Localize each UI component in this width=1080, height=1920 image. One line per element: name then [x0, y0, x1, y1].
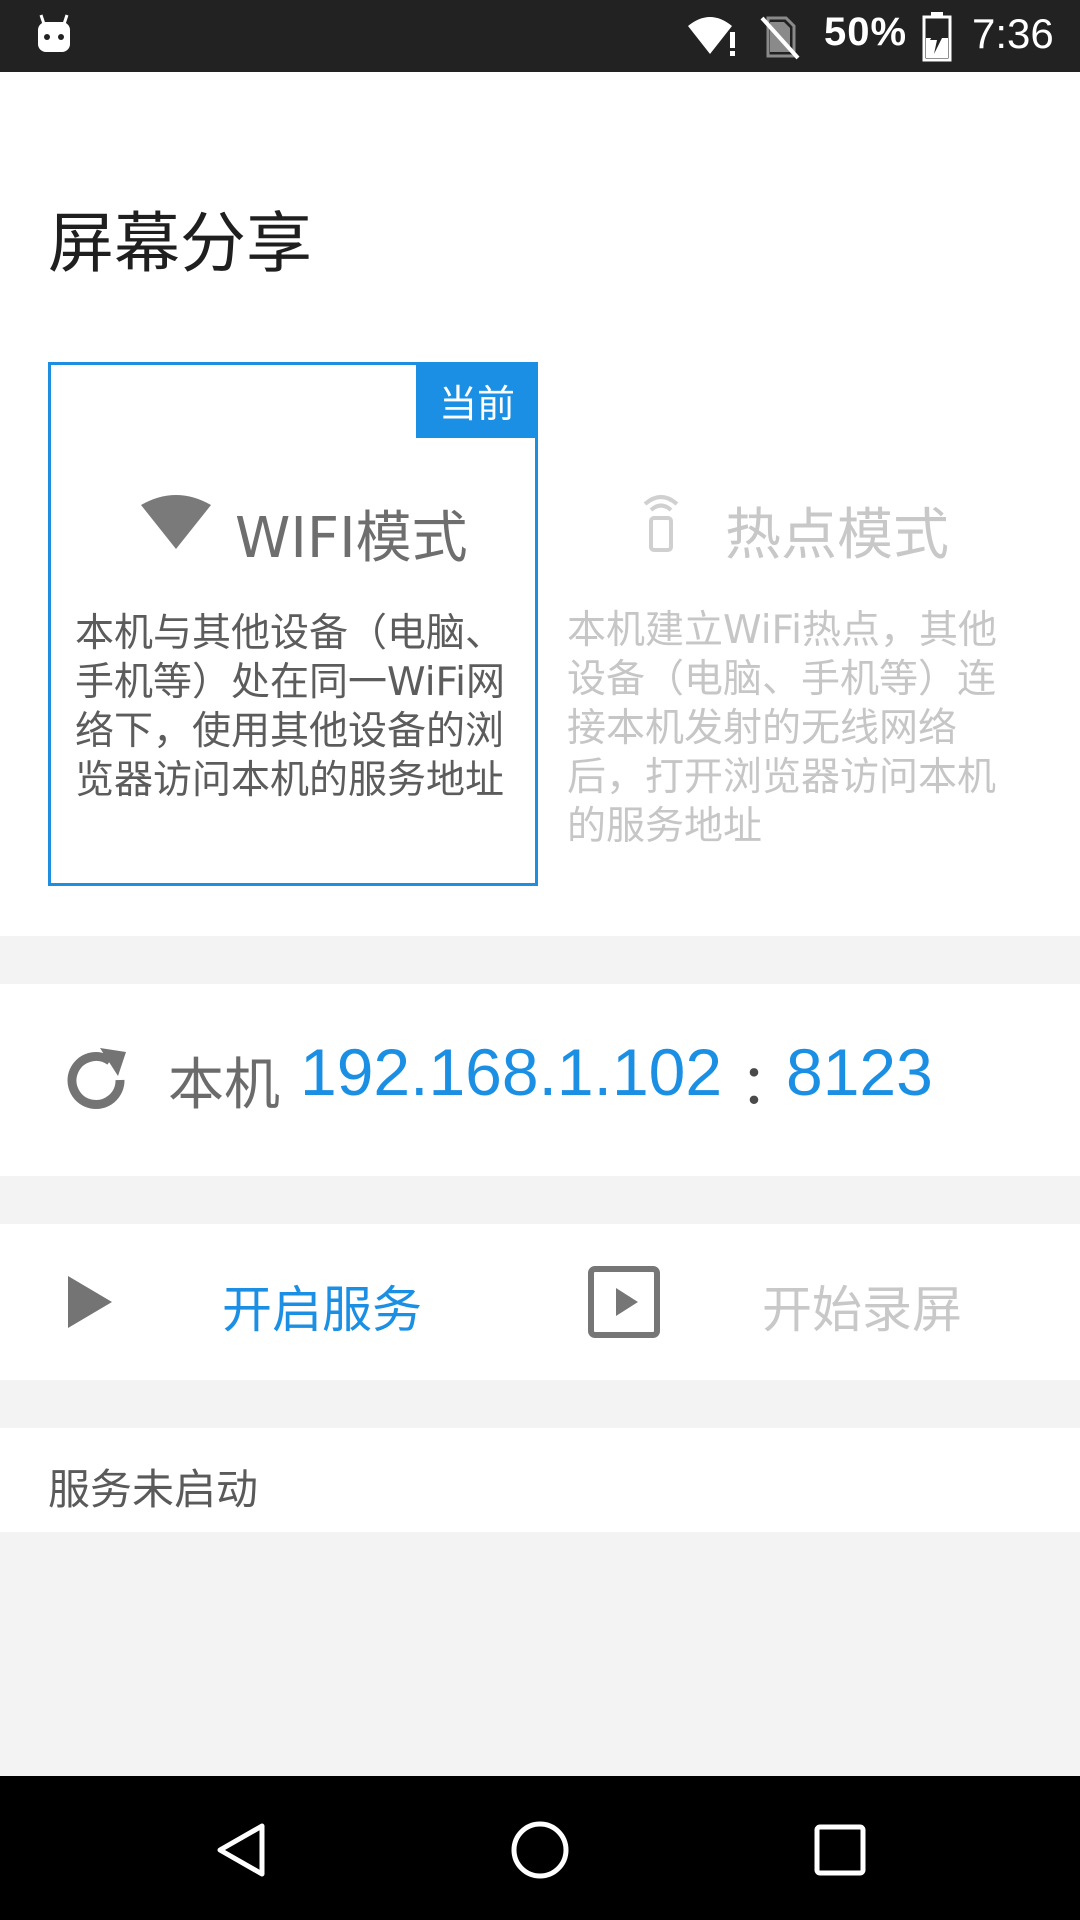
service-status-text: 服务未启动: [48, 1465, 259, 1514]
local-device-label: 本机: [168, 1053, 280, 1118]
current-badge: 当前: [416, 362, 538, 438]
hotspot-icon: [643, 495, 679, 552]
battery-percent: 50%: [824, 10, 908, 54]
status-bar: 50% 7:36: [0, 0, 1080, 72]
service-address-row: 本机 192.168.1.102 ： 8123: [0, 984, 1080, 1176]
navigation-bar: [0, 1776, 1080, 1920]
action-row: 开启服务 开始录屏: [0, 1224, 1080, 1380]
wifi-mode-card[interactable]: 当前 WIFI模式 本机与其他设备（电脑、手机等）处在同一WiFi网络下，使用其…: [48, 362, 538, 886]
recents-icon[interactable]: [814, 1824, 866, 1876]
back-icon[interactable]: [212, 1820, 268, 1880]
mode-panel: 屏幕分享 当前 WIFI模式 本机与其他设备（电脑、手机等）处在同一WiFi网络…: [0, 72, 1080, 936]
refresh-icon[interactable]: [60, 1044, 132, 1116]
wifi-mode-label: WIFI模式: [235, 506, 468, 571]
hotspot-mode-description: 本机建立WiFi热点，其他设备（电脑、手机等）连接本机发射的无线网络后，打开浏览…: [567, 608, 997, 849]
port-number: 8123: [786, 1035, 933, 1109]
hotspot-mode-card[interactable]: 热点模式 本机建立WiFi热点，其他设备（电脑、手机等）连接本机发射的无线网络后…: [545, 362, 1035, 886]
home-icon[interactable]: [510, 1820, 570, 1880]
play-icon[interactable]: [66, 1274, 114, 1330]
android-app-icon: [38, 14, 70, 52]
ip-address: 192.168.1.102: [300, 1035, 723, 1109]
clock: 7:36: [972, 10, 1054, 57]
hotspot-mode-header: 热点模式: [545, 482, 1035, 568]
service-status-row: 服务未启动: [0, 1428, 1080, 1532]
wifi-mode-description: 本机与其他设备（电脑、手机等）处在同一WiFi网络下，使用其他设备的浏览器访问本…: [75, 611, 505, 803]
hotspot-mode-label: 热点模式: [725, 503, 949, 568]
start-record-button[interactable]: 开始录屏: [762, 1270, 962, 1342]
screen: 50% 7:36 屏幕分享 当前 WIFI模式 本机与其他设备（电脑、手机等）处…: [0, 0, 1080, 1920]
wifi-mode-header: WIFI模式: [51, 485, 535, 571]
battery-charging-icon: [922, 12, 952, 62]
page-title: 屏幕分享: [48, 205, 312, 282]
screen-record-icon[interactable]: [588, 1266, 660, 1338]
wifi-icon: [141, 495, 211, 549]
start-service-button[interactable]: 开启服务: [222, 1270, 422, 1342]
wifi-icon: [688, 17, 735, 56]
no-sim-icon: [760, 16, 800, 60]
